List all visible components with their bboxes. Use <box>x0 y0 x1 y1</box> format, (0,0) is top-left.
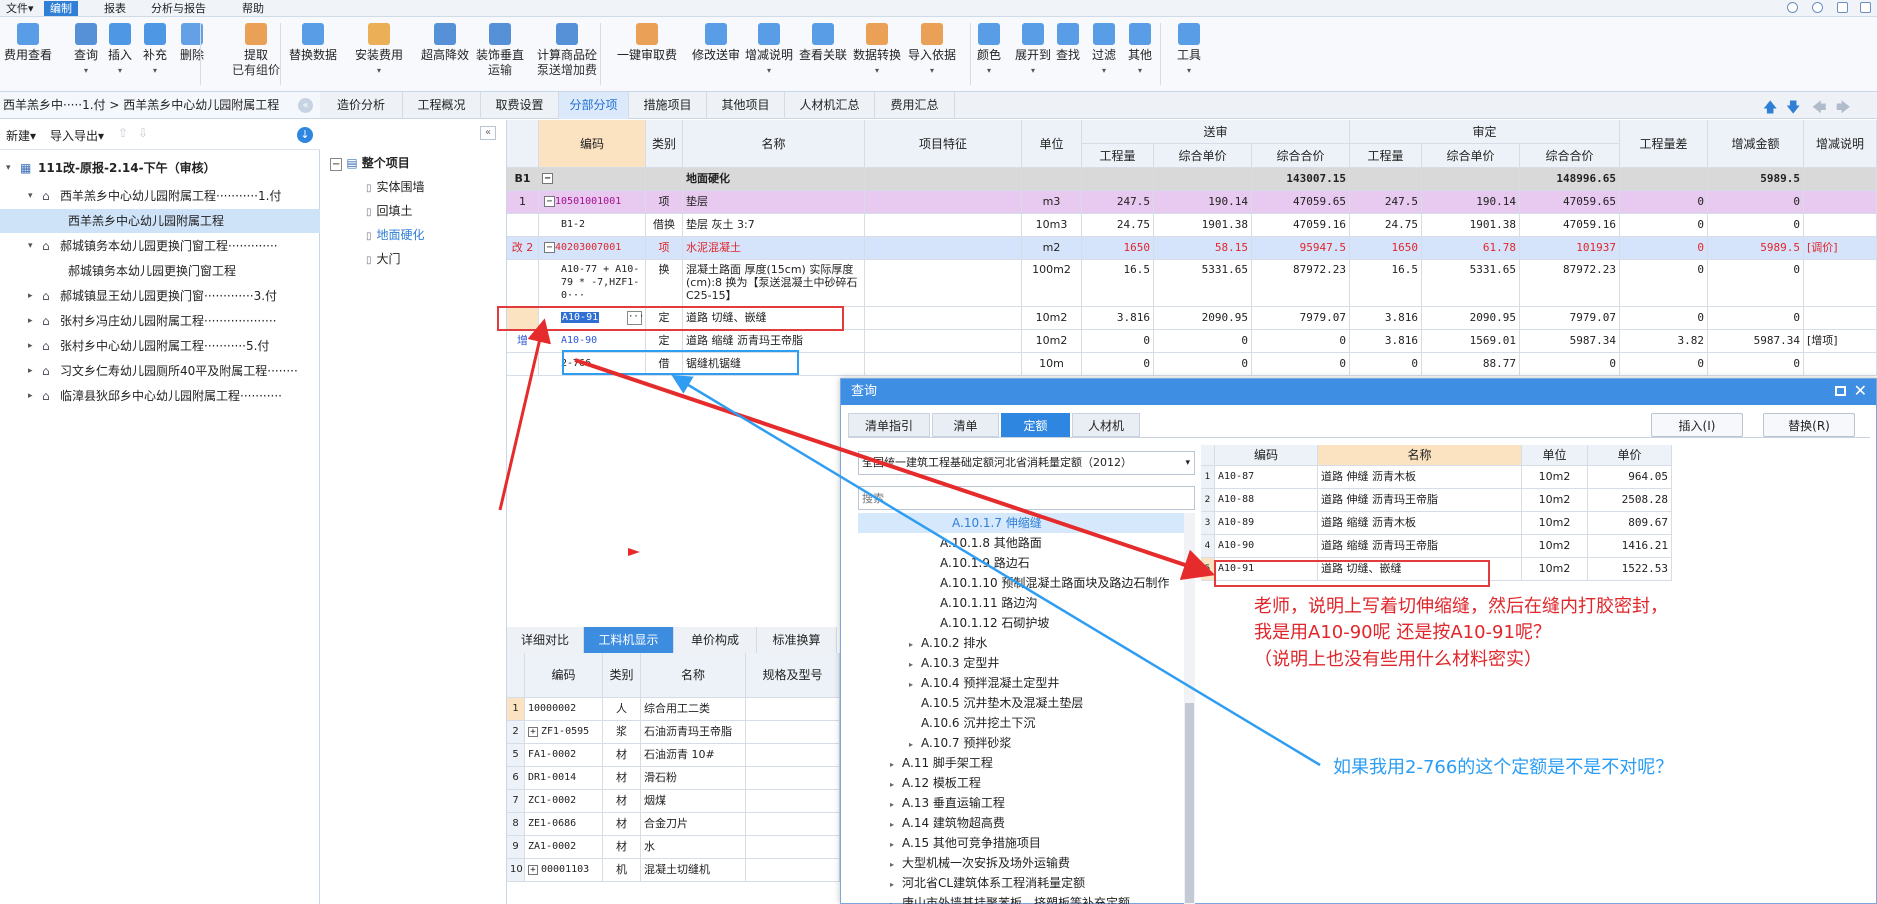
red-annotation-2: 我是用A10-90呢 还是按A10-91呢？ <box>1254 622 1551 643</box>
red-arrow-up <box>498 318 551 511</box>
red-annotation-1: 老师，说明上写着切伸缩缝，然后在缝内打胶密封， <box>1254 596 1668 617</box>
red-arrow-right <box>574 358 1216 581</box>
blue-annotation: 如果我用2-766的这个定额是不是不对呢？ <box>1333 757 1674 778</box>
red-annotation-3: （说明上也没有些用什么材料密实） <box>1254 649 1542 670</box>
red-pointer-icon <box>628 548 640 556</box>
blue-arrow <box>671 374 1321 767</box>
